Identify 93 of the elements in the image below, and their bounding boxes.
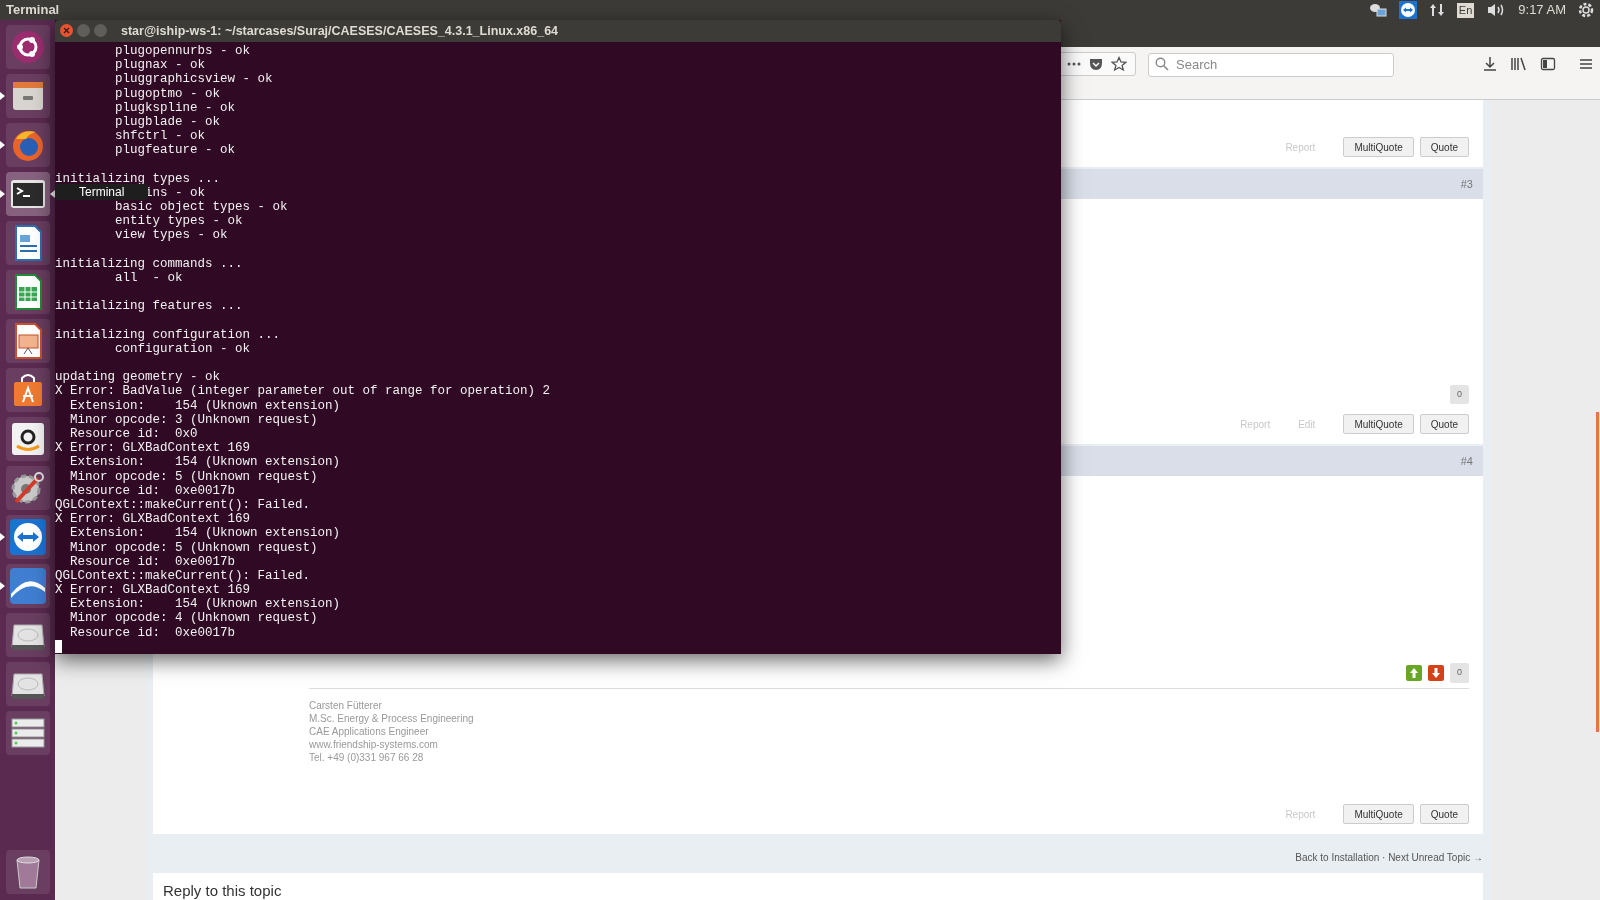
vote-up-icon[interactable] — [1406, 665, 1422, 681]
topic-navigation-links[interactable]: Back to Installation · Next Unread Topic → — [1295, 850, 1483, 865]
terminal-line: initializing commands ... — [55, 256, 243, 271]
terminal-line: view types - ok — [115, 228, 228, 243]
terminal-line: plugopennurbs - ok — [115, 43, 251, 58]
terminal-line: QGLContext::makeCurrent(): Failed. — [55, 568, 311, 583]
terminal-line: configuration - ok — [115, 341, 251, 356]
launcher-tooltip: Terminal — [55, 184, 149, 200]
library-icon[interactable] — [1510, 56, 1528, 72]
terminal-line: Minor opcode: 5 (Unknown request) — [70, 469, 318, 484]
terminal-line: QGLContext::makeCurrent(): Failed. — [55, 497, 311, 512]
launcher-item[interactable] — [5, 612, 50, 657]
launcher-item[interactable] — [5, 73, 50, 118]
terminal-line: Minor opcode: 3 (Unknown request) — [70, 412, 318, 427]
terminal-line: Minor opcode: 5 (Unknown request) — [70, 540, 318, 555]
terminal-line: Resource id: 0xe0017b — [70, 625, 236, 640]
terminal-line: Extension: 154 (Uknown extension) — [70, 526, 341, 541]
power-gear-icon[interactable] — [1578, 2, 1594, 18]
signature-line: CAE Applications Engineer — [309, 725, 430, 738]
reputation-count: 0 — [1450, 663, 1469, 683]
terminal-line: plugblade - ok — [115, 114, 221, 129]
launcher-item[interactable] — [5, 849, 50, 894]
terminal-line: Extension: 154 (Uknown extension) — [70, 455, 341, 470]
arc-icon — [7, 565, 48, 606]
launcher-item[interactable] — [5, 220, 50, 265]
launcher-item[interactable] — [5, 367, 50, 412]
star-icon[interactable] — [1111, 56, 1127, 72]
signature-line: Carsten Fütterer — [309, 699, 383, 712]
terminal-line: updating geometry - ok — [55, 370, 221, 385]
more-dots-icon[interactable] — [1067, 62, 1081, 66]
post-number: #3 — [1460, 176, 1473, 192]
terminal-line: plugnax - ok — [115, 58, 205, 73]
post-number: #4 — [1460, 453, 1473, 469]
launcher-item[interactable] — [5, 318, 50, 363]
launcher-item[interactable] — [5, 122, 50, 167]
clock[interactable]: 9:17 AM — [1518, 0, 1566, 20]
launcher-item[interactable] — [5, 24, 50, 69]
terminal-line: X Error: GLXBadContext 169 — [55, 583, 251, 598]
search-icon — [1155, 57, 1169, 71]
terminal-line: all - ok — [115, 270, 183, 285]
launcher-item[interactable] — [5, 465, 50, 510]
close-button[interactable] — [60, 24, 73, 38]
scrollbar-thumb[interactable] — [1596, 412, 1599, 732]
post-button[interactable]: MultiQuote — [1343, 137, 1414, 157]
terminal-line: initializing features ... — [55, 299, 243, 314]
text-cursor — [55, 640, 62, 654]
menu-icon[interactable] — [1578, 56, 1594, 72]
terminal-line: plugkspline - ok — [115, 100, 236, 115]
close-icon — [63, 27, 70, 35]
terminal-line: pluggraphicsview - ok — [115, 72, 273, 87]
terminal-line: Resource id: 0xe0017b — [70, 554, 236, 569]
launcher-item[interactable] — [5, 710, 50, 755]
download-icon[interactable] — [1482, 56, 1498, 72]
terminal-line: X Error: GLXBadContext 169 — [55, 512, 251, 527]
terminal-line: X Error: BadValue (integer parameter out of range for operation) 2 — [55, 384, 551, 399]
terminal-line: Extension: 154 (Uknown extension) — [70, 398, 341, 413]
network-arrows-icon[interactable] — [1428, 2, 1445, 18]
launcher-item[interactable] — [5, 563, 50, 608]
post-button[interactable]: Quote — [1419, 804, 1469, 824]
terminal-line: initializing types ... — [55, 171, 221, 186]
terminal-line: entity types - ok — [115, 214, 243, 229]
terminal-line: Resource id: 0x0 — [70, 427, 198, 441]
launcher-item[interactable] — [5, 514, 50, 559]
active-app-name: Terminal — [6, 1, 60, 20]
terminal-line: Minor opcode: 4 (Unknown request) — [70, 611, 318, 626]
messaging-icon[interactable] — [1368, 3, 1387, 17]
terminal-line: plugoptmo - ok — [115, 86, 221, 101]
post-button[interactable]: MultiQuote — [1343, 414, 1414, 434]
terminal-line: shfctrl - ok — [115, 129, 205, 144]
double-arrow-icon[interactable] — [1398, 1, 1417, 19]
pocket-icon[interactable] — [1089, 57, 1103, 71]
reply-heading: Reply to this topic — [163, 882, 282, 899]
vote-down-icon[interactable] — [1428, 665, 1444, 681]
sidebar-icon[interactable] — [1540, 56, 1556, 72]
signature-line: M.Sc. Energy & Process Engineering — [309, 712, 475, 725]
keyboard-layout-indicator[interactable]: En — [1456, 2, 1475, 18]
window-title: star@iship-ws-1: ~/starcases/Suraj/CAESES/CAESES_4.3.1_Linux.x86_64 — [121, 22, 559, 40]
post-button[interactable]: Quote — [1419, 137, 1469, 157]
launcher-item[interactable] — [5, 269, 50, 314]
terminal-line: X Error: GLXBadContext 169 — [55, 441, 251, 456]
terminal-line: initializing configuration ... — [55, 327, 281, 342]
terminal-line: basic object types - ok — [115, 200, 288, 214]
reputation-count: 0 — [1450, 384, 1469, 404]
post-button[interactable]: MultiQuote — [1343, 804, 1414, 824]
search-field[interactable]: Search — [1148, 52, 1394, 77]
terminal-line: Resource id: 0xe0017b — [70, 483, 236, 498]
launcher-item[interactable] — [5, 171, 50, 216]
post-button[interactable]: Quote — [1419, 414, 1469, 434]
signature-line: Tel. +49 (0)331 967 66 28 — [309, 751, 425, 764]
signature-line: www.friendship-systems.com — [309, 738, 439, 751]
terminal-line: plugfeature - ok — [115, 143, 236, 158]
terminal-line: Extension: 154 (Uknown extension) — [70, 597, 341, 612]
launcher-item[interactable] — [5, 661, 50, 706]
